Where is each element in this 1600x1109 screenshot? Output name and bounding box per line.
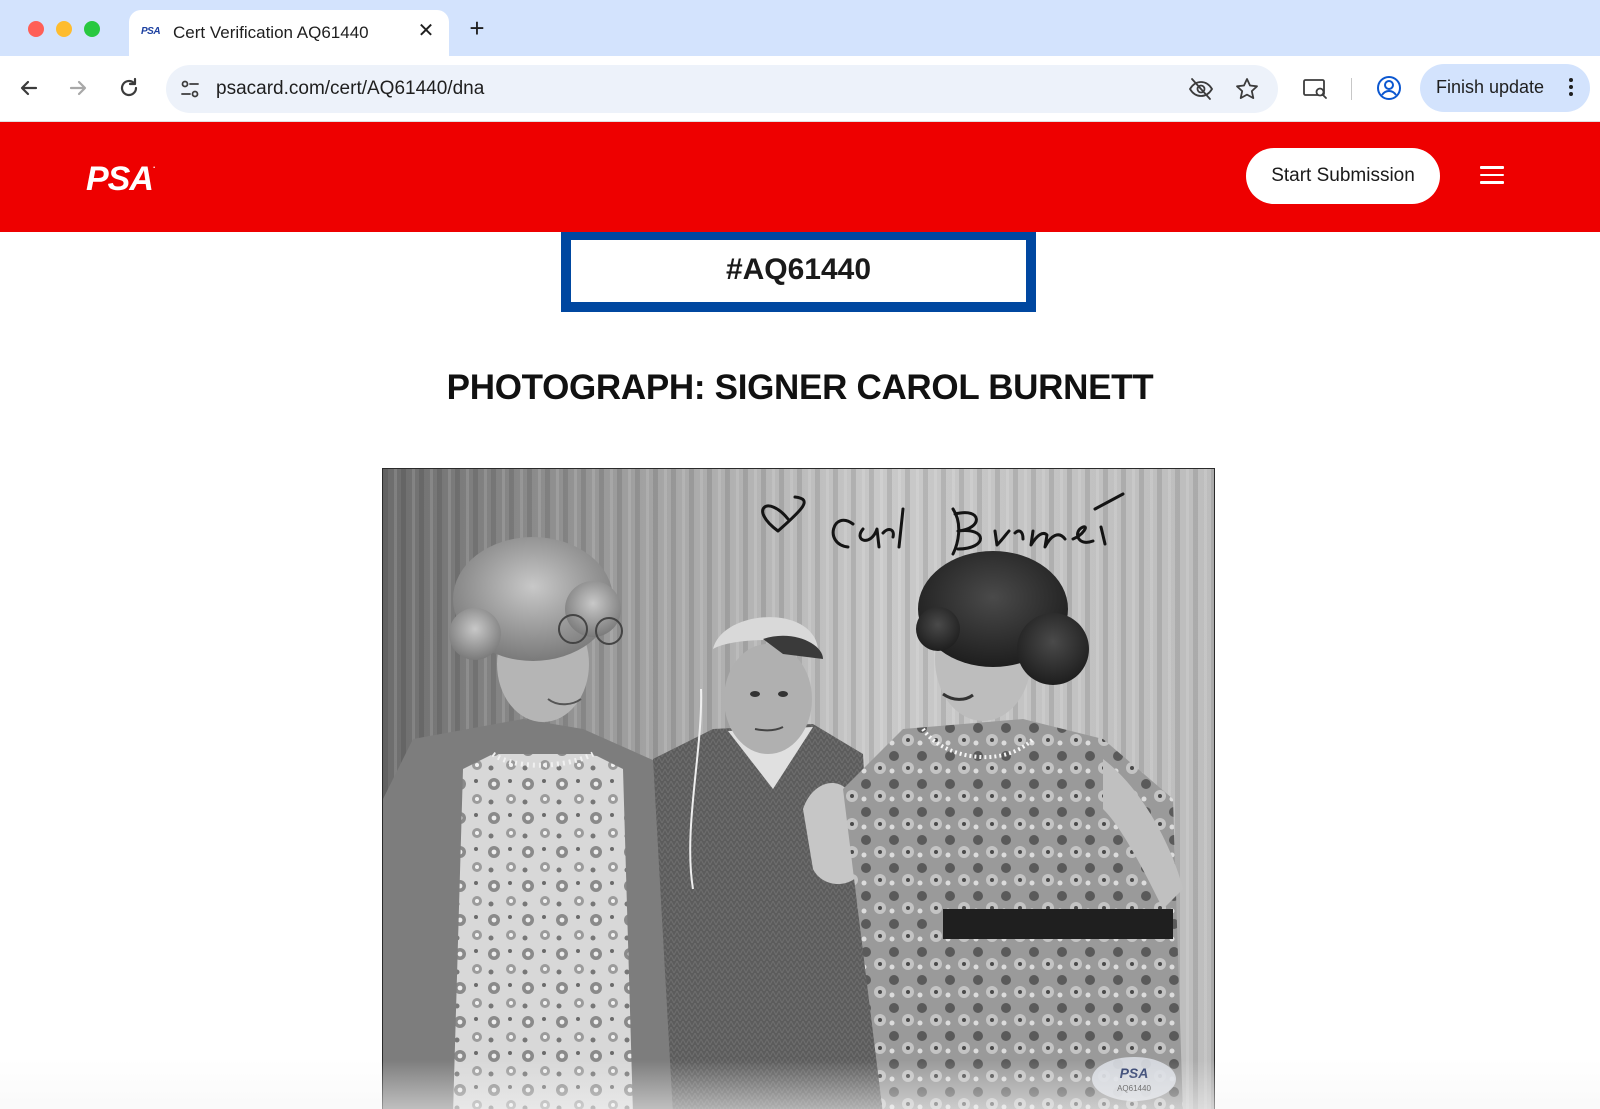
autographed-photo[interactable]: PSA AQ61440: [382, 468, 1215, 1109]
svg-text:PSA: PSA: [1120, 1065, 1149, 1081]
bookmark-star-icon[interactable]: [1234, 76, 1260, 102]
psa-hologram-sticker: PSA AQ61440: [1092, 1057, 1176, 1101]
finish-update-button[interactable]: Finish update: [1420, 64, 1590, 112]
back-arrow-icon[interactable]: [14, 73, 44, 103]
psa-favicon-icon: PSA: [141, 26, 161, 37]
item-title: PHOTOGRAPH: SIGNER CAROL BURNETT: [446, 368, 1154, 407]
url-text[interactable]: psacard.com/cert/AQ61440/dna: [216, 78, 484, 100]
browser-tabstrip: PSA Cert Verification AQ61440 ✕ +: [0, 0, 1600, 56]
finish-update-label: Finish update: [1436, 77, 1545, 97]
start-submission-button[interactable]: Start Submission: [1246, 148, 1440, 204]
window-minimize-button[interactable]: [56, 21, 72, 37]
svg-text:AQ61440: AQ61440: [1117, 1084, 1151, 1093]
toolbar-divider: [1351, 78, 1352, 100]
hamburger-menu-icon[interactable]: [1480, 166, 1504, 186]
profile-icon[interactable]: [1374, 73, 1404, 103]
reload-icon[interactable]: [114, 73, 144, 103]
kebab-menu-icon[interactable]: [1568, 78, 1574, 98]
cert-number-box: #AQ61440: [561, 232, 1036, 312]
site-info-icon[interactable]: [176, 75, 204, 103]
page-viewport: PSA. Start Submission #AQ61440 PHOTOGRAP…: [0, 122, 1600, 1109]
address-bar[interactable]: psacard.com/cert/AQ61440/dna: [166, 65, 1278, 113]
window-close-button[interactable]: [28, 21, 44, 37]
cert-number: #AQ61440: [725, 253, 872, 286]
photo-illustration: PSA AQ61440: [383, 469, 1214, 1109]
psa-logo[interactable]: PSA.: [86, 160, 155, 199]
psa-logo-mark: .: [152, 160, 156, 170]
tab-close-icon[interactable]: ✕: [415, 20, 437, 42]
psa-logo-text: PSA: [86, 160, 154, 198]
new-tab-button[interactable]: +: [463, 14, 491, 42]
eye-off-icon[interactable]: [1188, 76, 1214, 102]
browser-toolbar: psacard.com/cert/AQ61440/dna Finish upda…: [0, 56, 1600, 122]
site-header: PSA. Start Submission: [0, 122, 1600, 232]
cast-search-icon[interactable]: [1300, 73, 1330, 103]
tab-title: Cert Verification AQ61440: [173, 23, 369, 42]
window-maximize-button[interactable]: [84, 21, 100, 37]
forward-arrow-icon[interactable]: [63, 73, 93, 103]
browser-tab-active[interactable]: PSA Cert Verification AQ61440 ✕: [129, 10, 449, 56]
